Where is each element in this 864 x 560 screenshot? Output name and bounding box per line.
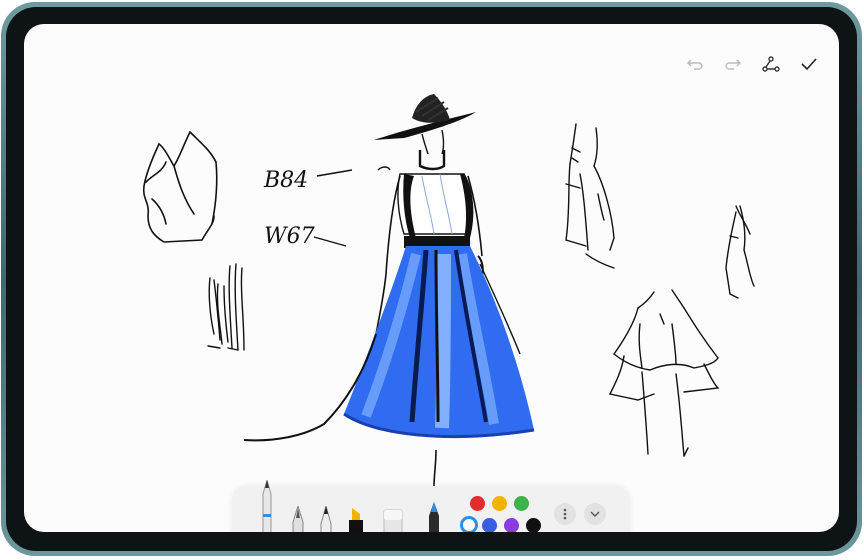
tool-marker-selected[interactable] xyxy=(424,502,444,532)
pen-toolbar xyxy=(232,478,630,532)
highlighter-icon xyxy=(349,508,363,532)
drawing-canvas[interactable]: B84 W67 xyxy=(24,24,839,532)
undo-icon xyxy=(687,59,703,70)
fine-liner-icon xyxy=(320,504,332,532)
color-green[interactable] xyxy=(514,496,529,511)
top-toolbar xyxy=(683,52,821,76)
chevron-down-icon xyxy=(590,511,600,517)
done-button[interactable] xyxy=(797,52,821,76)
sketch-right-jacket xyxy=(565,123,615,269)
pencil-icon xyxy=(262,478,272,532)
more-vertical-icon xyxy=(563,508,567,520)
sketch-brush-strokes xyxy=(207,263,245,351)
annotation-line-waist xyxy=(313,236,347,247)
color-red[interactable] xyxy=(470,496,485,511)
color-light-blue-selected[interactable] xyxy=(460,516,478,532)
eraser-icon xyxy=(383,509,403,532)
color-black[interactable] xyxy=(526,518,541,532)
sketch-top-garment xyxy=(142,131,218,243)
annotation-bust: B84 xyxy=(263,168,308,193)
redo-icon xyxy=(725,59,741,70)
color-purple[interactable] xyxy=(504,518,519,532)
undo-button[interactable] xyxy=(683,52,707,76)
tool-eraser[interactable] xyxy=(382,508,404,532)
drawing-screen[interactable]: B84 W67 xyxy=(24,24,839,532)
redo-button[interactable] xyxy=(721,52,745,76)
marker-icon xyxy=(429,502,439,532)
more-options-button[interactable] xyxy=(554,503,576,525)
annotation-waist: W67 xyxy=(264,224,315,249)
share-button[interactable] xyxy=(759,52,783,76)
share-icon xyxy=(762,56,780,72)
tool-pencil[interactable] xyxy=(258,478,276,532)
color-palette xyxy=(460,495,541,532)
tool-highlighter[interactable] xyxy=(346,508,366,532)
fountain-pen-icon xyxy=(292,504,304,532)
checkmark-icon xyxy=(801,58,817,71)
sketch-right-ruffle xyxy=(608,289,720,457)
sketch-fashion-figure xyxy=(243,94,535,487)
collapse-toolbar-button[interactable] xyxy=(584,503,606,525)
tool-fine-liner[interactable] xyxy=(318,504,334,532)
annotation-line-bust xyxy=(316,169,353,177)
color-blue[interactable] xyxy=(482,518,497,532)
tool-fountain-pen[interactable] xyxy=(290,504,306,532)
sketch-right-strap-top xyxy=(725,205,755,299)
color-yellow[interactable] xyxy=(492,496,507,511)
